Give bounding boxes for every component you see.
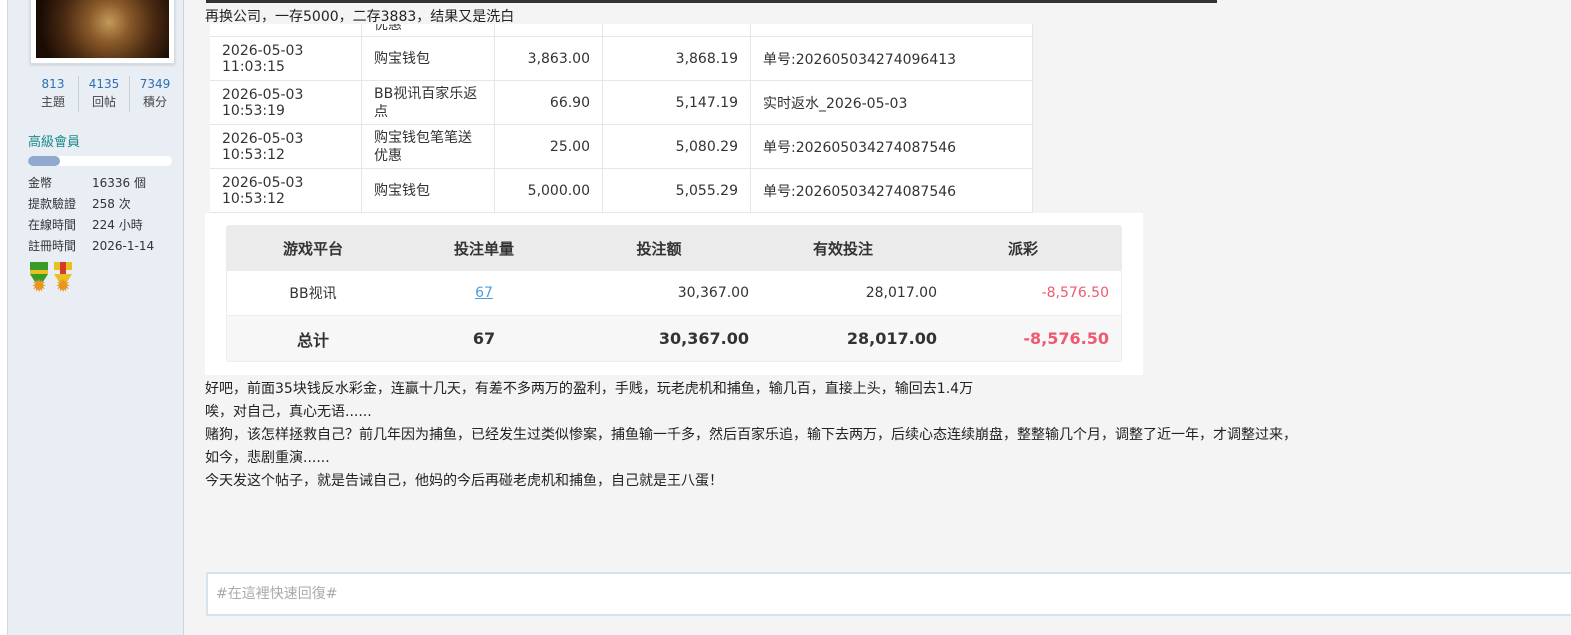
user-stats: 813 主題 4135 回帖 7349 積分 xyxy=(28,76,180,112)
info-key: 註冊時間 xyxy=(28,239,77,253)
post-paragraph: 今天发这个帖子，就是告诫自己，他妈的今后再碰老虎机和捕鱼，自己就是王八蛋！ xyxy=(205,473,723,489)
record-note: 单号:202605034274096413 xyxy=(751,37,1033,80)
record-time: 2026-05-03 10:53:19 xyxy=(210,81,362,124)
left-border xyxy=(0,0,8,635)
record-balance xyxy=(603,24,751,36)
summary-valid: 28,017.00 xyxy=(865,285,937,301)
record-time xyxy=(210,24,362,36)
summary-count: 67 xyxy=(399,285,569,301)
image-top-edge xyxy=(206,0,1217,3)
record-amount xyxy=(495,24,603,36)
total-count: 67 xyxy=(472,329,496,348)
table-row: 2026-05-03 10:53:12 购宝钱包 5,000.00 5,055.… xyxy=(210,169,1033,213)
record-balance: 5,147.19 xyxy=(603,81,751,124)
info-key: 提款驗證 xyxy=(28,197,77,211)
info-key: 金幣 xyxy=(28,176,53,190)
record-amount: 25.00 xyxy=(495,125,603,168)
post-paragraph: 赌狗，该怎样拯救自己？前几年因为捕鱼，已经发生过类似惨案，捕鱼输一千多，然后百家… xyxy=(205,427,1297,443)
info-value: 224 小時 xyxy=(92,218,143,232)
user-level[interactable]: 高級會員 xyxy=(28,131,80,150)
record-type: 购宝钱包 xyxy=(362,37,495,80)
summary-row: BB视讯 67 30,367.00 28,017.00 -8,576.50 xyxy=(227,271,1121,316)
medal-icon[interactable]: ✹ xyxy=(52,262,74,300)
summary-platform: BB视讯 xyxy=(289,286,337,302)
post-content: 再换公司，一存5000，二存3883，结果又是洗白 优惠 2026-05-03 … xyxy=(184,0,1571,635)
info-row-withdraw: 提款驗證 258 次 xyxy=(28,194,154,215)
stat-replies[interactable]: 4135 回帖 xyxy=(79,76,130,112)
summary-total-row: 总计 67 30,367.00 28,017.00 -8,576.50 xyxy=(227,316,1121,361)
record-time: 2026-05-03 10:53:12 xyxy=(210,169,362,212)
medal-icon[interactable]: ✹ xyxy=(28,262,50,300)
info-value: 2026-1-14 xyxy=(92,239,155,253)
record-amount: 66.90 xyxy=(495,81,603,124)
stat-points-label: 積分 xyxy=(142,95,167,109)
stat-replies-count[interactable]: 4135 xyxy=(79,76,129,92)
record-time: 2026-05-03 10:53:12 xyxy=(210,125,362,168)
avatar-image xyxy=(36,0,169,58)
record-amount: 3,863.00 xyxy=(495,37,603,80)
medals: ✹ ✹ xyxy=(28,262,74,300)
level-progress-bar xyxy=(28,156,172,166)
stat-points-count[interactable]: 7349 xyxy=(130,76,180,92)
total-label: 总计 xyxy=(296,330,329,350)
record-amount: 5,000.00 xyxy=(495,169,603,212)
bet-count-link[interactable]: 67 xyxy=(475,285,493,301)
info-row-online: 在線時間 224 小時 xyxy=(28,215,154,236)
total-valid: 28,017.00 xyxy=(846,329,937,348)
user-info: 金幣 16336 個 提款驗證 258 次 在線時間 224 小時 註冊時間 2… xyxy=(28,173,154,257)
info-row-registered: 註冊時間 2026-1-14 xyxy=(28,236,154,257)
record-type: 购宝钱包 xyxy=(362,169,495,212)
record-note: 单号:202605034274087546 xyxy=(751,125,1033,168)
table-row: 优惠 xyxy=(210,24,1033,37)
transaction-records-image: 优惠 2026-05-03 11:03:15 购宝钱包 3,863.00 3,8… xyxy=(210,24,1033,213)
post-paragraph: 好吧，前面35块钱反水彩金，连赢十几天，有差不多两万的盈利，手贱，玩老虎机和捕鱼… xyxy=(205,381,974,397)
record-type: 购宝钱包笔笔送优惠 xyxy=(362,125,495,168)
post-paragraph: 唉，对自己，真心无语...... xyxy=(205,404,372,420)
stat-topics-count[interactable]: 813 xyxy=(28,76,78,92)
record-note: 单号:202605034274087546 xyxy=(751,169,1033,212)
summary-bet: 30,367.00 xyxy=(677,285,749,301)
post-text-line: 再换公司，一存5000，二存3883，结果又是洗白 xyxy=(205,9,515,25)
avatar[interactable] xyxy=(30,0,175,64)
info-row-coins: 金幣 16336 個 xyxy=(28,173,154,194)
post-paragraph: 如今，悲剧重演...... xyxy=(205,450,330,466)
table-row: 2026-05-03 11:03:15 购宝钱包 3,863.00 3,868.… xyxy=(210,37,1033,81)
record-balance: 5,080.29 xyxy=(603,125,751,168)
info-value: 16336 個 xyxy=(92,176,146,190)
record-time: 2026-05-03 11:03:15 xyxy=(210,37,362,80)
user-sidebar: 813 主題 4135 回帖 7349 積分 高級會員 金幣 16336 個 提… xyxy=(8,0,184,635)
table-row: 2026-05-03 10:53:12 购宝钱包笔笔送优惠 25.00 5,08… xyxy=(210,125,1033,169)
record-type: 优惠 xyxy=(362,24,495,36)
stat-replies-label: 回帖 xyxy=(91,95,116,109)
table-row: 2026-05-03 10:53:19 BB视讯百家乐返点 66.90 5,14… xyxy=(210,81,1033,125)
level-progress-fill xyxy=(28,156,60,166)
info-key: 在線時間 xyxy=(28,218,77,232)
record-note xyxy=(751,24,1033,36)
header-payout: 派彩 xyxy=(1007,240,1038,258)
header-count: 投注单量 xyxy=(453,240,514,258)
summary-header-row: 游戏平台 投注单量 投注额 有效投注 派彩 xyxy=(227,226,1121,271)
bet-summary-table: 游戏平台 投注单量 投注额 有效投注 派彩 BB视讯 67 30,367.00 … xyxy=(226,225,1122,362)
record-balance: 3,868.19 xyxy=(603,37,751,80)
record-note: 实时返水_2026-05-03 xyxy=(751,81,1033,124)
bet-summary-image: 游戏平台 投注单量 投注额 有效投注 派彩 BB视讯 67 30,367.00 … xyxy=(205,213,1143,375)
total-payout: -8,576.50 xyxy=(1023,329,1109,348)
summary-payout: -8,576.50 xyxy=(1041,285,1109,301)
header-platform: 游戏平台 xyxy=(282,240,343,258)
stat-topics-label: 主題 xyxy=(40,95,65,109)
record-balance: 5,055.29 xyxy=(603,169,751,212)
record-type: BB视讯百家乐返点 xyxy=(362,81,495,124)
info-value: 258 次 xyxy=(92,197,131,211)
header-bet: 投注额 xyxy=(636,240,682,258)
quick-reply-input[interactable]: #在這裡快速回復# xyxy=(206,572,1571,616)
stat-topics[interactable]: 813 主題 xyxy=(28,76,79,112)
stat-points[interactable]: 7349 積分 xyxy=(130,76,180,112)
total-bet: 30,367.00 xyxy=(658,329,749,348)
header-valid: 有效投注 xyxy=(812,240,873,258)
